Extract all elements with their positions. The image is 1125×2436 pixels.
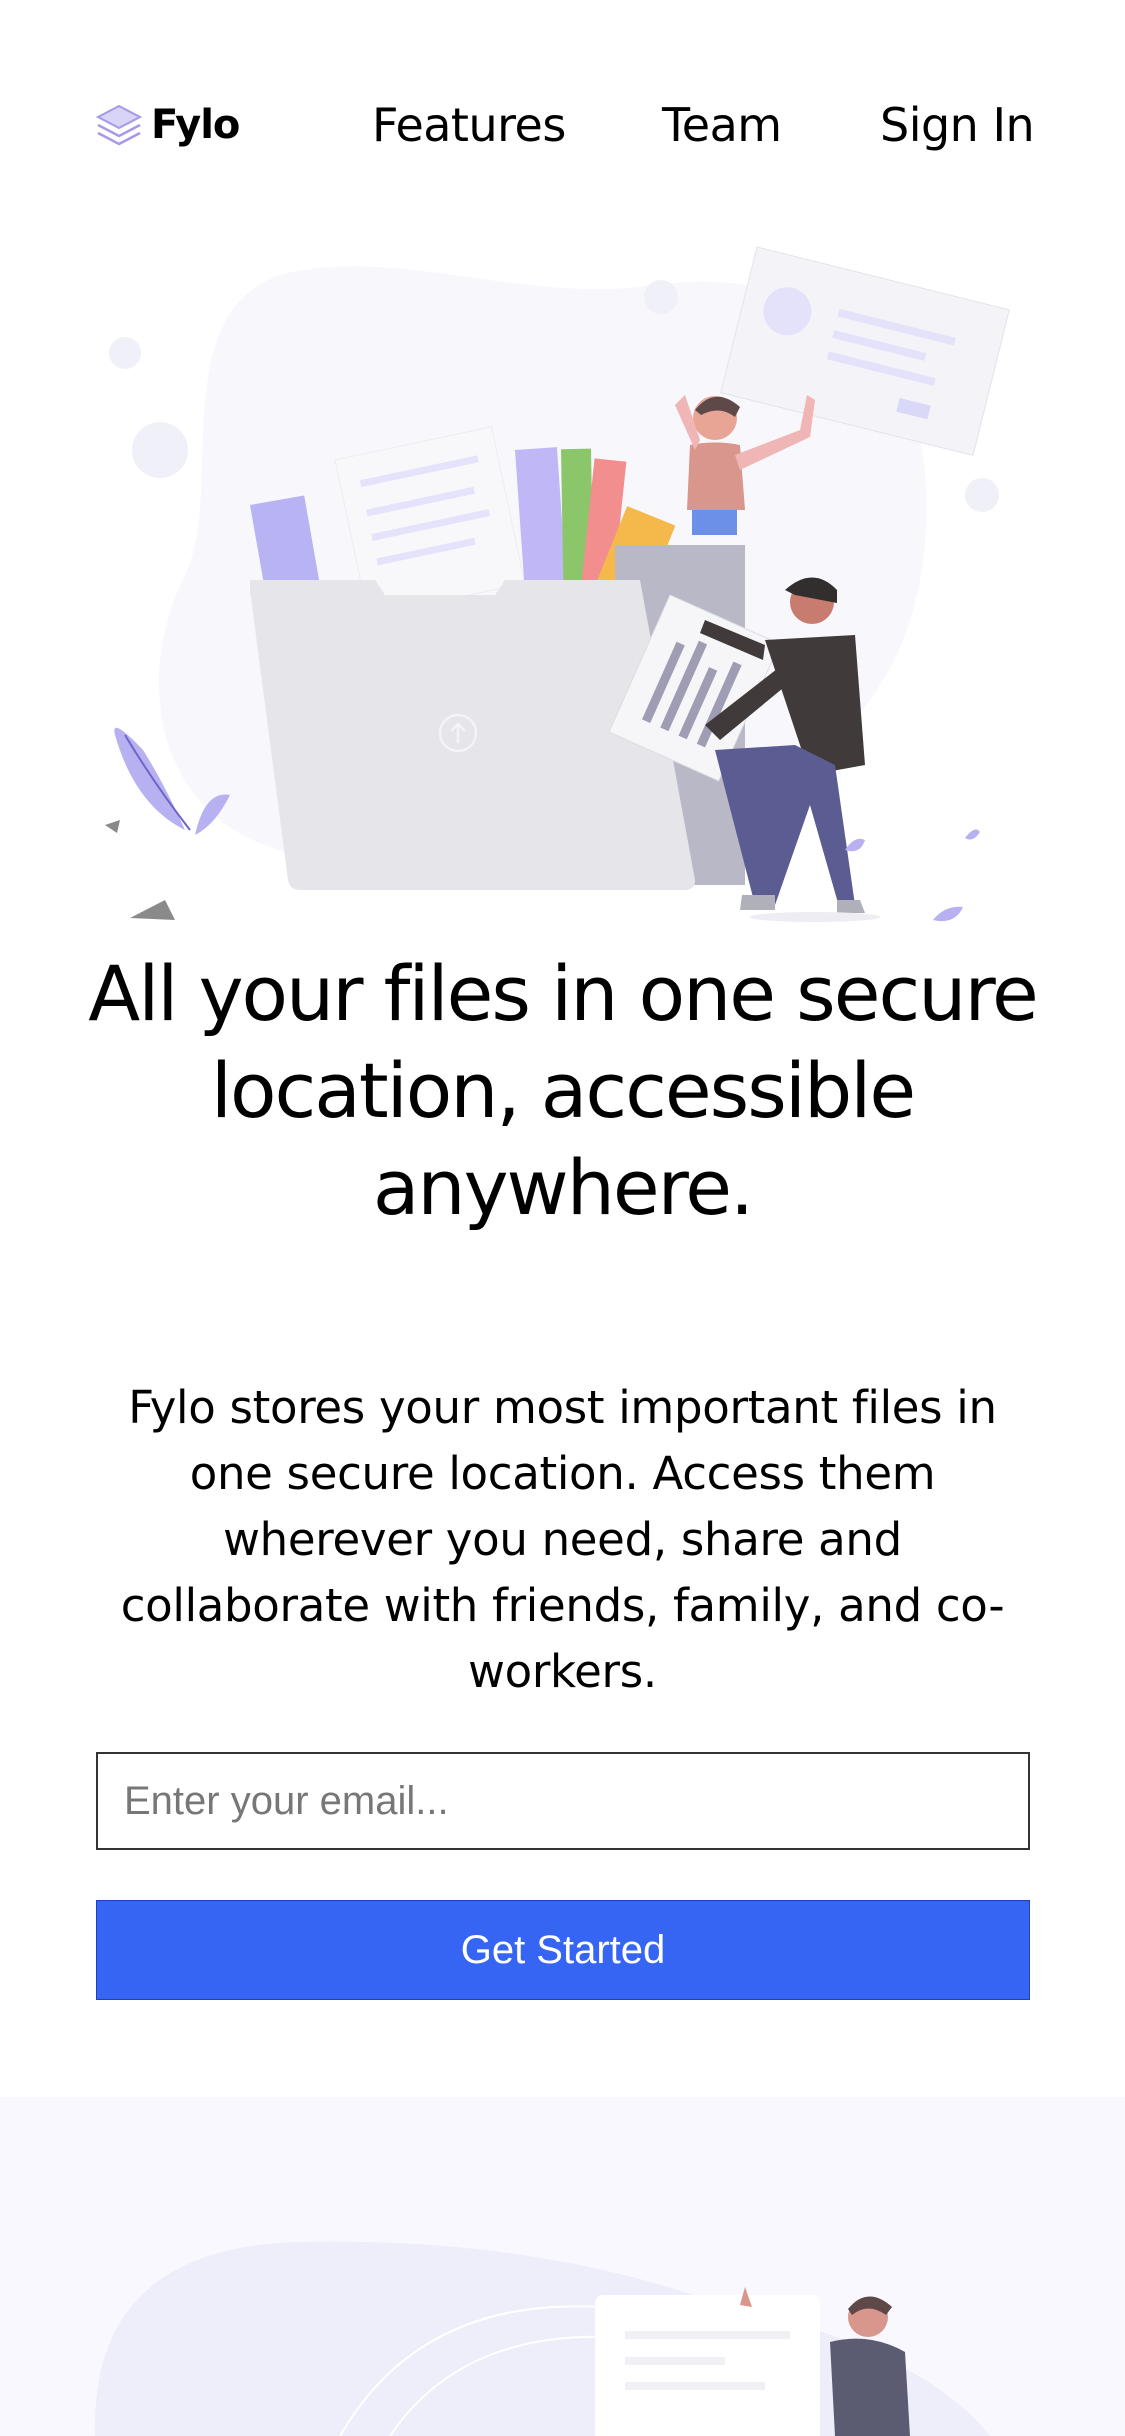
features-section	[0, 2097, 1125, 2436]
nav-link-team[interactable]: Team	[662, 98, 782, 152]
features-illustration	[94, 2241, 990, 2436]
nav-link-features[interactable]: Features	[372, 98, 566, 152]
nav-link-sign-in[interactable]: Sign In	[880, 98, 1035, 152]
hero-subtext: Fylo stores your most important files in…	[120, 1381, 1005, 1698]
logo[interactable]: Fylo	[95, 100, 240, 150]
email-input[interactable]	[96, 1752, 1030, 1850]
layers-icon	[95, 104, 143, 146]
hero-headline: All your files in one secure location, a…	[88, 949, 1039, 1232]
get-started-button[interactable]: Get Started	[96, 1900, 1030, 2000]
top-nav: Fylo Features Team Sign In	[0, 0, 1125, 250]
hero-illustration	[105, 246, 1010, 922]
brand-name: Fylo	[151, 102, 240, 148]
